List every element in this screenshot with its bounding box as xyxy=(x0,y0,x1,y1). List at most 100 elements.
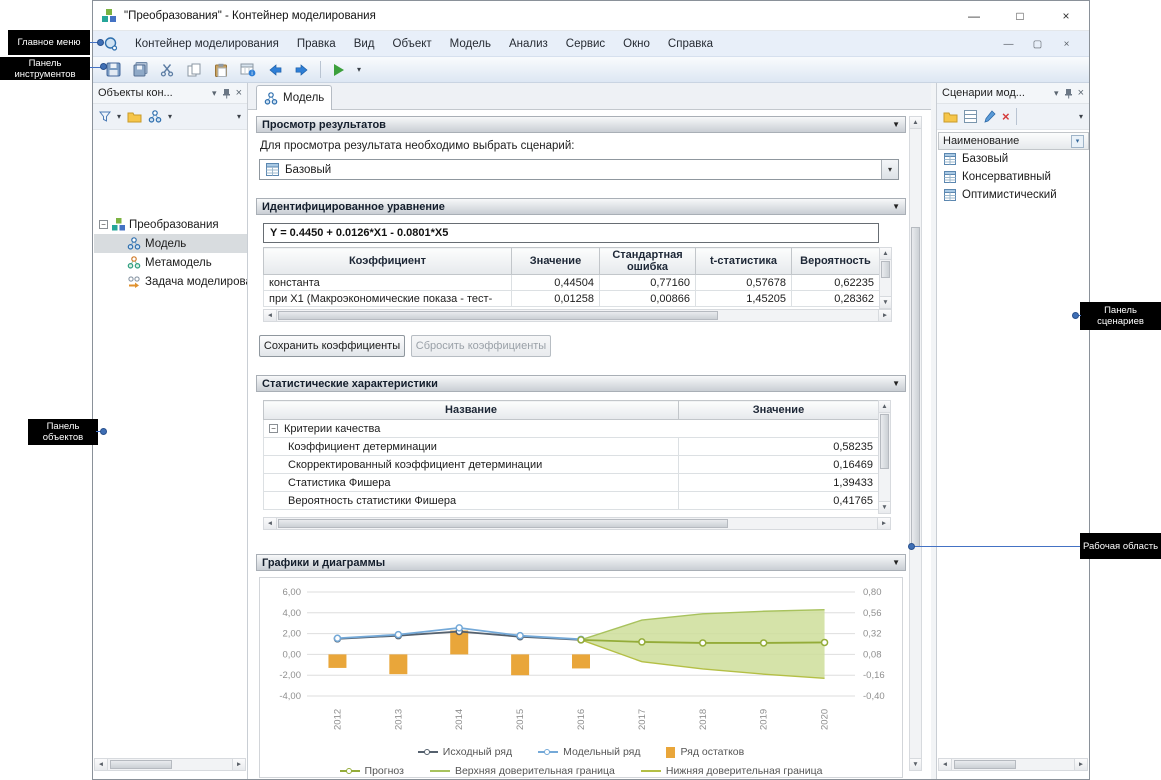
tree-item[interactable]: Метамодель xyxy=(94,253,247,272)
panel-menu-icon[interactable]: ▾ xyxy=(1054,88,1059,99)
scenario-list-item[interactable]: Консервативный xyxy=(938,168,1089,186)
legend-item[interactable]: Исходный ряд xyxy=(418,746,512,758)
minimize-button[interactable]: — xyxy=(951,1,997,31)
menu-item[interactable]: Сервис xyxy=(557,31,614,57)
expander-icon[interactable]: − xyxy=(99,220,108,229)
scroll-up-icon[interactable]: ▲ xyxy=(910,117,921,129)
scroll-right-icon[interactable]: ► xyxy=(232,759,245,770)
legend-item[interactable]: Прогноз xyxy=(340,765,404,777)
menu-item[interactable]: Модель xyxy=(441,31,500,57)
coef-row[interactable]: константа0,445040,771600,576780,62235 xyxy=(264,275,880,291)
scenarios-panel-hscrollbar[interactable]: ◄ ► xyxy=(938,758,1088,771)
stats-header-cell[interactable]: Значение xyxy=(679,401,879,420)
coef-table-hscrollbar[interactable]: ◄ ► xyxy=(263,309,892,322)
app-menu-icon[interactable] xyxy=(103,37,118,51)
forward-icon[interactable] xyxy=(293,60,311,80)
save-icon[interactable] xyxy=(104,60,122,80)
stats-row[interactable]: Вероятность статистики Фишера0,41765 xyxy=(264,492,879,510)
coef-header-cell[interactable]: Стандартная ошибка xyxy=(600,248,696,275)
scroll-down-icon[interactable]: ▼ xyxy=(879,501,890,513)
scroll-up-icon[interactable]: ▲ xyxy=(880,248,891,260)
report-info-icon[interactable]: i xyxy=(239,60,257,80)
scroll-left-icon[interactable]: ◄ xyxy=(939,759,952,770)
coef-row[interactable]: при X1 (Макроэкономические показа - тест… xyxy=(264,291,880,307)
scenarios-column-header[interactable]: Наименование ▾ xyxy=(938,132,1089,150)
scroll-left-icon[interactable]: ◄ xyxy=(264,310,277,321)
scroll-left-icon[interactable]: ◄ xyxy=(264,518,277,529)
menu-item[interactable]: Справка xyxy=(659,31,722,57)
more-tools-icon[interactable]: ▾ xyxy=(237,112,241,121)
maximize-button[interactable]: □ xyxy=(997,1,1043,31)
scrollbar-thumb[interactable] xyxy=(881,261,890,278)
mdi-minimize-button[interactable]: — xyxy=(996,31,1021,57)
back-icon[interactable] xyxy=(266,60,284,80)
save-all-icon[interactable] xyxy=(131,60,149,80)
delete-icon[interactable]: × xyxy=(1002,110,1010,123)
scrollbar-thumb[interactable] xyxy=(110,760,172,769)
stats-header-cell[interactable]: Название xyxy=(264,401,679,420)
stats-row[interactable]: Скорректированный коэффициент детерминац… xyxy=(264,456,879,474)
coef-table-vscrollbar[interactable]: ▲ ▼ xyxy=(879,247,892,309)
scrollbar-thumb[interactable] xyxy=(880,414,889,469)
scrollbar-thumb[interactable] xyxy=(278,519,728,528)
legend-item[interactable]: Верхняя доверительная граница xyxy=(430,765,615,777)
scroll-right-icon[interactable]: ► xyxy=(878,310,891,321)
menu-item[interactable]: Объект xyxy=(384,31,441,57)
tree-item[interactable]: Модель xyxy=(94,234,247,253)
collapse-section-icon[interactable]: ▼ xyxy=(892,379,900,388)
collapse-section-icon[interactable]: ▼ xyxy=(892,558,900,567)
cut-icon[interactable] xyxy=(158,60,176,80)
scroll-down-icon[interactable]: ▼ xyxy=(910,758,921,770)
save-coefficients-button[interactable]: Сохранить коэффициенты xyxy=(259,335,405,357)
scenario-dropdown-icon[interactable]: ▾ xyxy=(881,160,898,179)
scrollbar-thumb[interactable] xyxy=(278,311,718,320)
coef-header-cell[interactable]: Коэффициент xyxy=(264,248,512,275)
menu-item[interactable]: Окно xyxy=(614,31,659,57)
column-filter-icon[interactable]: ▾ xyxy=(1071,135,1084,148)
stats-row[interactable]: Статистика Фишера1,39433 xyxy=(264,474,879,492)
legend-item[interactable]: Ряд остатков xyxy=(666,746,744,758)
tree-item[interactable]: Задача моделирован xyxy=(94,272,247,291)
folder-icon[interactable] xyxy=(127,111,142,123)
stats-row[interactable]: Коэффициент детерминации0,58235 xyxy=(264,438,879,456)
mdi-restore-button[interactable]: ▢ xyxy=(1025,31,1050,57)
scenario-list-item[interactable]: Оптимистический xyxy=(938,186,1089,204)
stats-group-row[interactable]: −Критерии качества xyxy=(264,420,879,438)
coef-header-cell[interactable]: t-статистика xyxy=(696,248,792,275)
scrollbar-thumb[interactable] xyxy=(911,227,920,547)
folder-icon[interactable] xyxy=(943,111,958,123)
copy-icon[interactable] xyxy=(185,60,203,80)
coef-header-cell[interactable]: Значение xyxy=(512,248,600,275)
scenario-select[interactable]: Базовый ▾ xyxy=(259,159,899,180)
legend-item[interactable]: Модельный ряд xyxy=(538,746,640,758)
panel-close-icon[interactable]: × xyxy=(236,87,242,99)
panel-close-icon[interactable]: × xyxy=(1078,87,1084,99)
run-calculation-icon[interactable] xyxy=(330,60,348,80)
close-button[interactable]: × xyxy=(1043,1,1089,31)
view-mode-dropdown-icon[interactable]: ▾ xyxy=(168,112,172,121)
scrollbar-thumb[interactable] xyxy=(954,760,1016,769)
collapse-section-icon[interactable]: ▼ xyxy=(892,202,900,211)
view-mode-icon[interactable] xyxy=(148,110,162,123)
menu-item[interactable]: Анализ xyxy=(500,31,557,57)
legend-item[interactable]: Нижняя доверительная граница xyxy=(641,765,823,777)
filter-dropdown-icon[interactable]: ▾ xyxy=(117,112,121,121)
pin-icon[interactable] xyxy=(222,88,231,99)
more-tools-icon[interactable]: ▾ xyxy=(1079,112,1083,121)
run-dropdown-icon[interactable]: ▾ xyxy=(357,65,361,74)
objects-panel-hscrollbar[interactable]: ◄ ► xyxy=(94,758,246,771)
paste-icon[interactable] xyxy=(212,60,230,80)
tab-model[interactable]: Модель xyxy=(256,85,332,110)
list-view-icon[interactable] xyxy=(964,110,977,123)
menu-item[interactable]: Вид xyxy=(345,31,384,57)
filter-icon[interactable] xyxy=(99,111,111,122)
work-area-vscrollbar[interactable]: ▲ ▼ xyxy=(909,116,922,771)
mdi-close-button[interactable]: × xyxy=(1054,31,1079,57)
pin-icon[interactable] xyxy=(1064,88,1073,99)
scroll-up-icon[interactable]: ▲ xyxy=(879,401,890,413)
expander-icon[interactable]: − xyxy=(269,424,278,433)
panel-menu-icon[interactable]: ▾ xyxy=(212,88,217,99)
scroll-down-icon[interactable]: ▼ xyxy=(880,296,891,308)
edit-pencil-icon[interactable] xyxy=(983,110,996,123)
collapse-section-icon[interactable]: ▼ xyxy=(892,120,900,129)
